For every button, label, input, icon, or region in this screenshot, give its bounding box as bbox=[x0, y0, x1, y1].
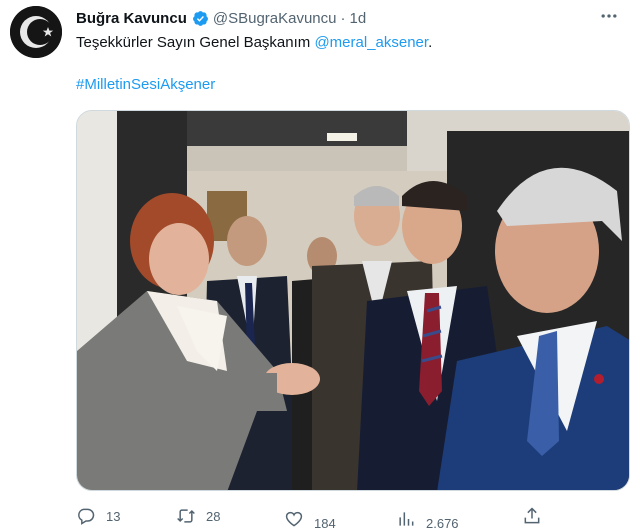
tweet-header: Buğra Kavuncu @SBugraKavuncu · 1d bbox=[76, 8, 624, 28]
tweet-timestamp[interactable]: 1d bbox=[350, 10, 367, 27]
share-button[interactable] bbox=[522, 506, 542, 526]
reply-icon bbox=[78, 508, 95, 525]
author-handle[interactable]: @SBugraKavuncu bbox=[213, 10, 337, 27]
ellipsis-icon bbox=[601, 14, 617, 18]
tweet-text-end: . bbox=[428, 34, 433, 51]
heart-icon bbox=[285, 511, 303, 527]
more-options-button[interactable] bbox=[598, 6, 620, 28]
views-button[interactable]: 2.676 bbox=[396, 506, 459, 531]
tweet-photo[interactable] bbox=[76, 110, 630, 491]
tweet-text-body: Teşekkürler Sayın Genel Başkanım bbox=[76, 34, 315, 51]
retweet-count: 28 bbox=[206, 508, 221, 524]
mention-link[interactable]: @meral_aksener bbox=[314, 34, 428, 51]
views-chart-icon bbox=[399, 511, 414, 526]
reply-count: 13 bbox=[106, 508, 121, 524]
author-display-name[interactable]: Buğra Kavuncu bbox=[76, 10, 187, 27]
tweet-actions: 13 28 184 2.676 bbox=[76, 504, 556, 531]
separator-dot: · bbox=[340, 9, 346, 27]
like-count: 184 bbox=[314, 516, 336, 531]
crescent-star-icon bbox=[10, 6, 62, 58]
views-count: 2.676 bbox=[426, 516, 459, 531]
tweet-text: Teşekkürler Sayın Genel Başkanım @meral_… bbox=[76, 34, 432, 51]
like-button[interactable]: 184 bbox=[284, 506, 336, 531]
share-icon bbox=[524, 507, 540, 524]
hashtag-link[interactable]: #MilletinSesiAkşener bbox=[76, 76, 215, 93]
verified-badge-icon bbox=[192, 10, 208, 26]
retweet-button[interactable]: 28 bbox=[176, 506, 220, 526]
photo-illustration bbox=[77, 111, 629, 490]
author-avatar[interactable] bbox=[10, 6, 62, 58]
retweet-icon bbox=[177, 509, 195, 523]
reply-button[interactable]: 13 bbox=[76, 506, 120, 526]
